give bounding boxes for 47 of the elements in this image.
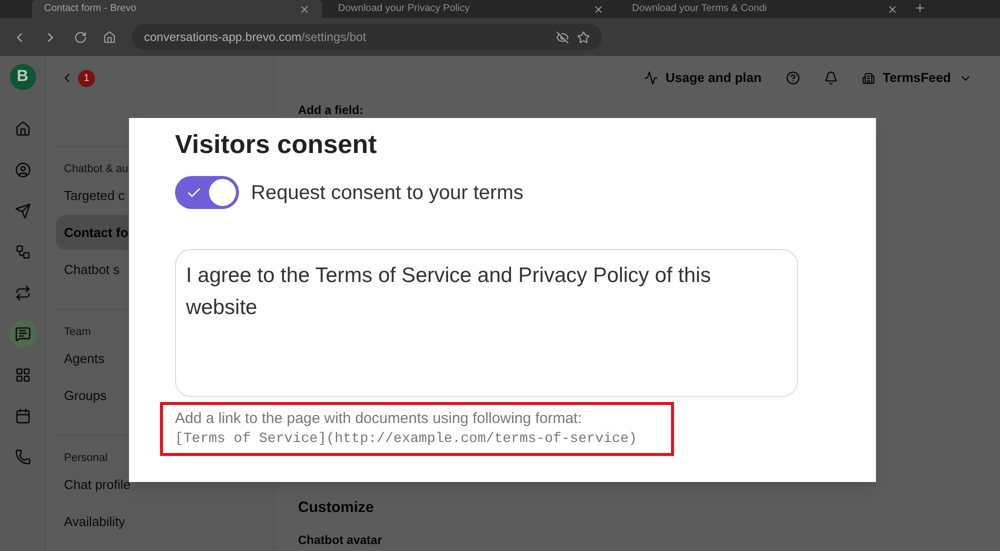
- consent-text-area[interactable]: I agree to the Terms of Service and Privacy Policy of this website: [175, 249, 798, 397]
- reload-icon[interactable]: [74, 30, 87, 44]
- close-icon[interactable]: [593, 4, 604, 14]
- calendar-icon: [14, 408, 30, 424]
- sidebar-item[interactable]: Targeted c: [56, 178, 128, 213]
- consent-toggle[interactable]: [175, 176, 239, 209]
- user-icon: [14, 162, 30, 178]
- new-tab-icon[interactable]: [914, 2, 926, 14]
- section-heading: Chatbot & au: [63, 163, 130, 176]
- phone-icon: [14, 449, 30, 465]
- chat-icon: [14, 326, 30, 342]
- workflow-icon: [14, 244, 30, 260]
- section-heading: Team: [63, 326, 92, 339]
- bookmark-icon[interactable]: [577, 30, 590, 44]
- usage-link[interactable]: Usage and plan: [666, 68, 762, 88]
- logo[interactable]: B: [10, 64, 36, 90]
- home-icon[interactable]: [103, 30, 116, 44]
- sidebar-item[interactable]: Availability: [56, 504, 128, 539]
- field-label: Chatbot avatar: [298, 532, 384, 549]
- close-icon[interactable]: [299, 4, 310, 14]
- repeat-icon: [14, 285, 30, 301]
- toggle-label: Request consent to your terms: [251, 180, 524, 206]
- eye-off-icon[interactable]: [556, 30, 569, 44]
- section-title: Customize: [298, 498, 375, 518]
- field-label: Add a field:: [298, 102, 364, 119]
- nav-button[interactable]: [8, 320, 36, 348]
- hint-code: [Terms of Service](http://example.com/terms-of-service): [175, 430, 638, 449]
- dialog-title: Visitors consent: [175, 128, 378, 160]
- sidebar-item[interactable]: Agents: [56, 341, 128, 376]
- close-icon[interactable]: [887, 4, 898, 14]
- notifications-icon[interactable]: [824, 71, 838, 85]
- building-icon: [862, 72, 875, 84]
- hint-text: Add a link to the page with documents using following format:: [175, 409, 583, 429]
- grid-icon: [14, 367, 30, 383]
- sidebar-item[interactable]: Contact fo: [56, 215, 128, 250]
- home-icon: [14, 121, 30, 137]
- address-bar[interactable]: conversations-app.brevo.com/settings/bot: [132, 24, 602, 50]
- send-icon: [14, 203, 30, 219]
- help-icon[interactable]: [786, 71, 800, 85]
- section-heading: Personal: [63, 452, 108, 465]
- account-menu[interactable]: TermsFeed: [882, 68, 951, 88]
- browser-tab[interactable]: Contact form - Brevo: [32, 0, 322, 18]
- activity-icon: [644, 71, 658, 85]
- sidebar-item[interactable]: Groups: [56, 378, 128, 413]
- sidebar-item[interactable]: Chat profile: [56, 467, 128, 502]
- sidebar-item[interactable]: Chatbot s: [56, 252, 128, 287]
- notification-badge: 1: [78, 70, 95, 86]
